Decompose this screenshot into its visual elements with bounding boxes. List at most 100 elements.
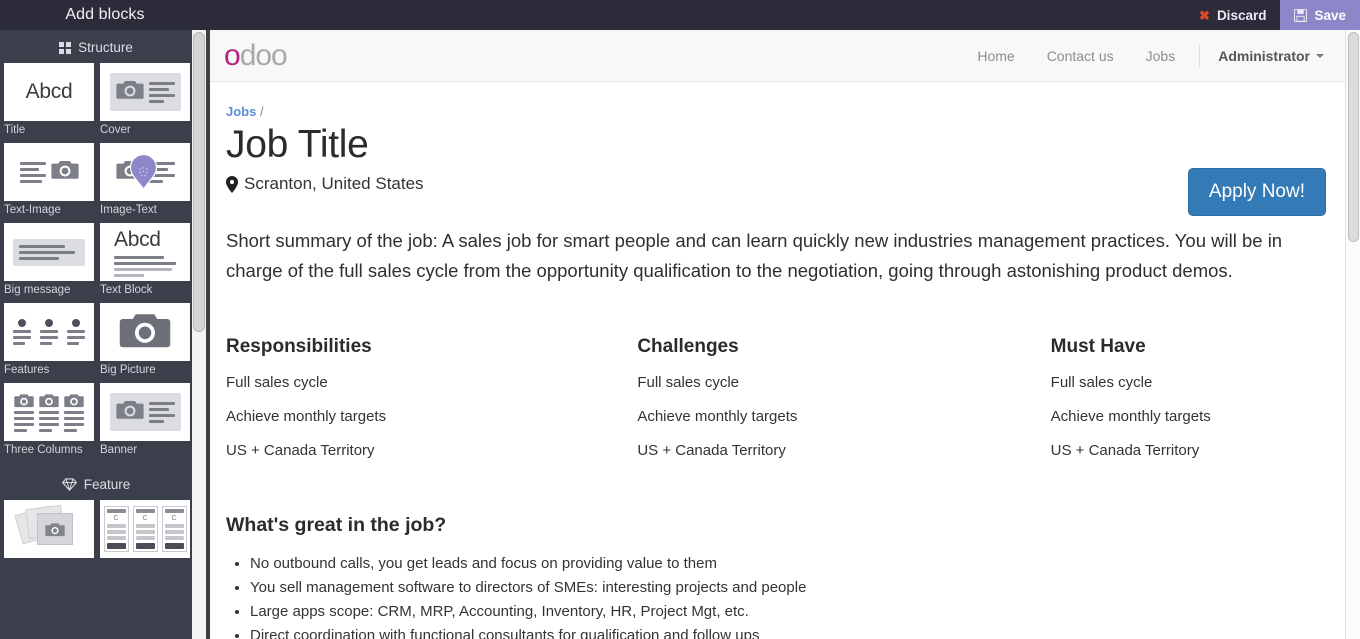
block-item-title[interactable]: Abcd Title: [0, 63, 96, 143]
block-item-pricing-columns[interactable]: C C C: [96, 500, 192, 568]
sidebar-section-label: Structure: [78, 40, 133, 55]
logo-first-letter: o: [224, 38, 241, 72]
camera-icon: [115, 399, 144, 425]
feature-item-icon: [40, 319, 58, 345]
text-image-preview: [19, 159, 79, 185]
block-label: Features: [4, 364, 50, 376]
save-button[interactable]: Save: [1280, 0, 1360, 30]
job-summary: Short summary of the job: A sales job fo…: [226, 230, 1283, 281]
page-scrollbar-thumb[interactable]: [1348, 32, 1359, 242]
block-label: Cover: [100, 124, 131, 136]
sidebar-section-structure: Structure: [0, 30, 192, 63]
panel-lines-button-thumb[interactable]: [4, 223, 94, 281]
chevron-down-icon: [1316, 53, 1324, 58]
column-heading: Challenges: [637, 336, 739, 357]
close-x-icon: ✖: [1199, 7, 1210, 23]
nav-link-contact-us[interactable]: Contact us: [1031, 48, 1130, 64]
site-navbar: odoo Home Contact us Jobs Administrator: [210, 30, 1360, 82]
pricing-column: C: [103, 506, 129, 552]
column-item: US + Canada Territory: [637, 442, 786, 459]
column-item: Achieve monthly targets: [226, 408, 387, 425]
camera-icon: [115, 159, 144, 185]
abcd-lines-thumb[interactable]: Abcd: [100, 223, 190, 281]
block-item-text-block[interactable]: Abcd Text Block: [96, 223, 192, 303]
banner-camera-text-thumb[interactable]: [100, 383, 190, 441]
block-item-image-gallery[interactable]: [0, 500, 96, 568]
apply-now-button[interactable]: Apply Now!: [1187, 168, 1326, 216]
photo-stack-thumb[interactable]: [4, 500, 94, 558]
sidebar-scrollbar-thumb[interactable]: [193, 32, 205, 332]
text-left-camera-right-thumb[interactable]: [4, 143, 94, 201]
user-menu[interactable]: Administrator: [1208, 48, 1328, 64]
block-label: Image-Text: [100, 204, 157, 216]
camera-left-text-right-thumb[interactable]: [100, 63, 190, 121]
column-item-icon: [39, 393, 59, 432]
banner-preview: [109, 393, 181, 431]
features-preview: [13, 319, 85, 345]
job-page: Jobs / Job Title Scranton, United States…: [210, 82, 1360, 639]
list-item: You sell management software to director…: [250, 577, 1326, 598]
whats-great-heading: What's great in the job?: [226, 514, 447, 536]
job-location: Scranton, United States: [226, 174, 1326, 194]
block-label: Big Picture: [100, 364, 156, 376]
navbar-links: Home Contact us Jobs Administrator: [961, 43, 1328, 68]
whats-great-section: What's great in the job? No outbound cal…: [226, 514, 1326, 639]
text-block-preview: Abcd: [114, 228, 176, 277]
block-item-big-message[interactable]: Big message: [0, 223, 96, 303]
camera-left-text-right-thumb[interactable]: [100, 143, 190, 201]
block-item-banner[interactable]: Banner: [96, 383, 192, 463]
nav-link-home[interactable]: Home: [961, 48, 1030, 64]
big-camera-thumb[interactable]: [100, 303, 190, 361]
sidebar-scrollbar[interactable]: [192, 30, 206, 639]
text-lines-icon: [19, 244, 79, 260]
sidebar-section-feature: Feature: [0, 463, 192, 500]
feature-item-icon: [67, 319, 85, 345]
navbar-divider: [1199, 43, 1201, 68]
nav-link-jobs[interactable]: Jobs: [1130, 48, 1192, 64]
text-lines-icon: [114, 255, 176, 277]
block-label: Big message: [4, 284, 71, 296]
three-columns-preview: [14, 393, 84, 432]
pricing-column: C: [161, 506, 187, 552]
map-pin-icon: [226, 175, 238, 193]
editor-topbar: Add blocks ✖ Discard Save: [0, 0, 1360, 30]
breadcrumb-link-jobs[interactable]: Jobs: [226, 104, 256, 119]
pricing-columns-thumb[interactable]: C C C: [100, 500, 190, 558]
text-lines-icon: [19, 161, 46, 183]
text-lines-icon: [148, 161, 175, 183]
block-item-big-picture[interactable]: Big Picture: [96, 303, 192, 383]
block-label: Text Block: [100, 284, 153, 296]
column-heading: Must Have: [1050, 336, 1146, 357]
blocks-sidebar: Structure Abcd Title Cover Text-Image Im…: [0, 30, 210, 639]
image-text-preview: [115, 159, 175, 185]
abcd-glyph: Abcd: [114, 227, 161, 251]
blocks-sidebar-content: Structure Abcd Title Cover Text-Image Im…: [0, 30, 192, 639]
column-item: Full sales cycle: [637, 374, 740, 391]
block-label: Title: [4, 124, 26, 136]
column-item: Achieve monthly targets: [1050, 408, 1211, 425]
pricing-column: C: [132, 506, 158, 552]
block-item-cover[interactable]: Cover: [96, 63, 192, 143]
abcd-glyph: Abcd: [25, 80, 73, 103]
block-item-text-image[interactable]: Text-Image: [0, 143, 96, 223]
text-lines-icon: [148, 401, 175, 423]
three-dots-lines-thumb[interactable]: [4, 303, 94, 361]
photo-stack-icon: [14, 504, 80, 552]
abcd-text-thumb[interactable]: Abcd: [4, 63, 94, 121]
column-item: US + Canada Territory: [1050, 442, 1200, 459]
discard-button[interactable]: ✖ Discard: [1185, 0, 1281, 30]
camera-icon: [50, 159, 79, 185]
floppy-disk-icon: [1294, 8, 1308, 22]
block-item-image-text[interactable]: Image-Text: [96, 143, 192, 223]
list-item: Large apps scope: CRM, MRP, Accounting, …: [250, 601, 1326, 622]
three-camera-columns-thumb[interactable]: [4, 383, 94, 441]
column-must-have: Must Have Full sales cycle Achieve month…: [913, 336, 1326, 476]
block-item-features[interactable]: Features: [0, 303, 96, 383]
page-scrollbar[interactable]: [1345, 30, 1360, 639]
pricing-preview: C C C: [103, 506, 187, 552]
grid-squares-icon: [59, 41, 72, 54]
block-item-three-columns[interactable]: Three Columns: [0, 383, 96, 463]
column-item-icon: [14, 393, 34, 432]
column-challenges: Challenges Full sales cycle Achieve mont…: [501, 336, 912, 476]
odoo-logo[interactable]: odoo: [224, 38, 288, 72]
